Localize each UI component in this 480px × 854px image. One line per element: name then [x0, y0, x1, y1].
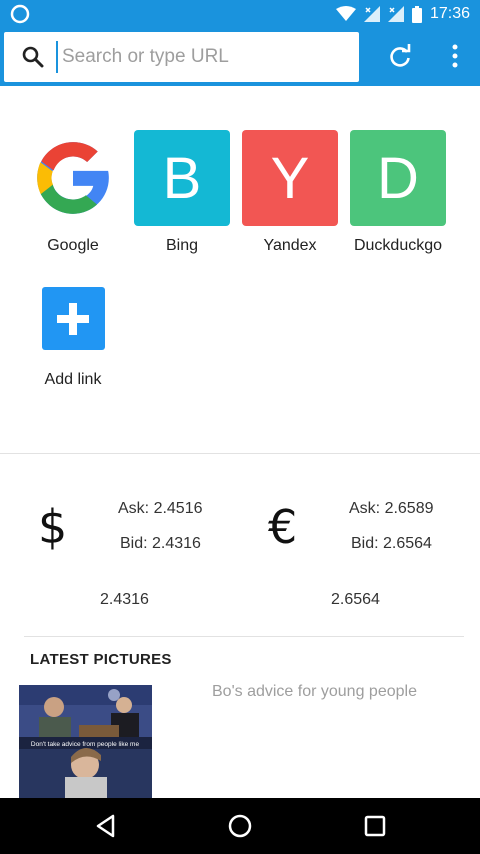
yandex-tile-icon: Y: [242, 130, 338, 226]
bing-tile-icon: B: [134, 130, 230, 226]
speed-dial-label: Duckduckgo: [353, 237, 443, 254]
picture-thumbnail[interactable]: Don't take advice from people like me: [19, 685, 152, 798]
picture-caption[interactable]: Bo's advice for young people: [212, 683, 417, 701]
section-divider: [0, 453, 480, 454]
browser-toolbar: [0, 28, 480, 86]
status-bar: 17:36: [0, 0, 480, 28]
back-icon[interactable]: [90, 810, 122, 842]
system-navigation-bar: [0, 798, 480, 854]
wifi-icon: [335, 6, 356, 21]
search-icon: [22, 46, 44, 68]
overflow-menu-icon[interactable]: [440, 41, 470, 71]
dollar-icon: $: [38, 500, 68, 554]
clock: 17:36: [429, 5, 470, 22]
speed-dial-yandex[interactable]: Y Yandex: [242, 130, 338, 255]
eur-bid: Bid: 2.6564: [351, 535, 432, 552]
yandex-letter: Y: [270, 145, 310, 211]
url-bar[interactable]: [4, 32, 359, 82]
eur-rate: 2.6564: [331, 591, 380, 608]
add-link-button[interactable]: Add link: [25, 287, 121, 389]
browser-home-screen: 17:36 G: [0, 0, 480, 854]
reload-icon[interactable]: [385, 41, 415, 71]
sync-app-icon: [10, 4, 30, 24]
section-divider: [24, 636, 464, 637]
speed-dial-duckduckgo[interactable]: D Duckduckgo: [350, 130, 446, 255]
battery-icon: [411, 5, 422, 23]
speed-dial-label: Yandex: [263, 237, 317, 254]
latest-pictures-title: LATEST PICTURES: [30, 651, 172, 668]
url-input[interactable]: [56, 41, 346, 73]
signal-icon-secondary: [387, 6, 404, 22]
google-logo-icon: [25, 130, 121, 226]
add-link-label: Add link: [44, 371, 102, 388]
speed-dial-google[interactable]: Google: [25, 130, 121, 255]
usd-rate: 2.4316: [100, 591, 149, 608]
bing-letter: B: [162, 145, 202, 211]
home-icon[interactable]: [224, 810, 256, 842]
eur-ask: Ask: 2.6589: [349, 500, 434, 517]
euro-icon: €: [268, 500, 298, 554]
plus-icon: [41, 287, 105, 350]
signal-icon: [363, 6, 380, 22]
recents-icon[interactable]: [359, 810, 391, 842]
speed-dial-bing[interactable]: B Bing: [134, 130, 230, 255]
usd-bid: Bid: 2.4316: [120, 535, 201, 552]
usd-ask: Ask: 2.4516: [118, 500, 203, 517]
thumbnail-caption-text: Don't take advice from people like me: [31, 741, 140, 748]
speed-dial-label: Bing: [165, 237, 199, 254]
speed-dial-label: Google: [47, 237, 99, 254]
duckduckgo-tile-icon: D: [350, 130, 446, 226]
status-icons: 17:36: [335, 0, 470, 28]
duckduckgo-letter: D: [377, 145, 419, 211]
